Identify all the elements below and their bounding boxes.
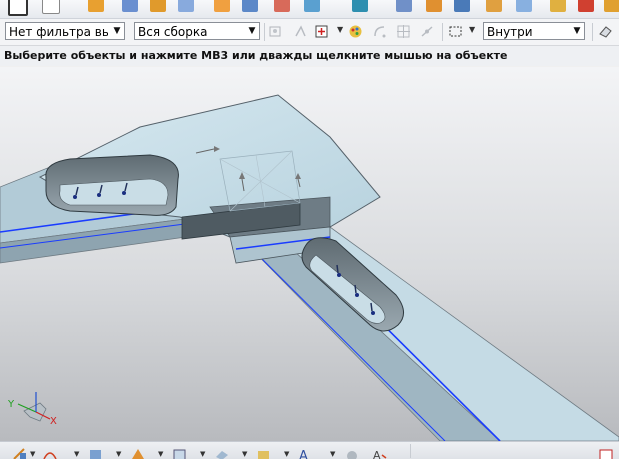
point-on-curve-icon[interactable] (420, 24, 435, 39)
main-toolbar (0, 0, 619, 19)
selection-filter-bar: Нет фильтра выб( ▼ Вся сборка ▼ ▼ ▼ Внут… (0, 19, 619, 46)
cue-line: Выберите объекты и нажмите MB3 или дважд… (0, 46, 619, 66)
sketch-icon[interactable] (12, 447, 28, 459)
annotation-icon[interactable]: A (298, 447, 314, 459)
layout-icon[interactable] (8, 0, 28, 16)
arc-center-icon[interactable] (372, 24, 387, 39)
selection-scope-value: Внутри (487, 25, 533, 39)
chevron-down-icon: ▼ (248, 26, 256, 36)
text-style-icon[interactable]: A (372, 447, 388, 459)
blend-icon[interactable] (454, 0, 470, 12)
revolve-icon[interactable] (178, 0, 194, 12)
cue-line-text: Выберите объекты и нажмите MB3 или дважд… (4, 49, 508, 62)
pad-icon[interactable] (274, 0, 290, 12)
draft-icon[interactable] (486, 0, 502, 12)
fit-view-icon[interactable] (598, 447, 614, 459)
chamfer-icon[interactable] (396, 0, 412, 12)
boss-icon[interactable] (242, 0, 258, 12)
assembly-filter-icon[interactable] (268, 24, 283, 39)
trim-icon[interactable] (352, 0, 368, 12)
chevron-down-icon[interactable]: ▼ (74, 450, 79, 458)
shell-icon[interactable] (426, 0, 442, 12)
mirror-icon[interactable] (578, 0, 594, 12)
shape-icon[interactable] (130, 447, 146, 459)
chevron-down-icon: ▼ (113, 26, 121, 36)
chevron-down-icon: ▼ (573, 26, 581, 36)
feature-icon[interactable] (304, 0, 320, 12)
selection-scope-select[interactable]: Внутри ▼ (483, 22, 585, 40)
block-icon[interactable] (122, 0, 138, 12)
selection-box-icon[interactable] (448, 24, 463, 39)
y-axis-label: Y (7, 399, 15, 410)
rail-right (229, 226, 619, 441)
curve-icon[interactable] (42, 447, 58, 459)
chevron-down-icon[interactable]: ▼ (158, 450, 163, 458)
chevron-down-icon[interactable]: ▼ (330, 450, 335, 458)
layer-icon[interactable] (256, 447, 272, 459)
left-slot (45, 154, 179, 216)
chevron-down-icon[interactable]: ▼ (200, 450, 205, 458)
hole-icon[interactable] (214, 0, 230, 12)
assembly-scope-value: Вся сборка (138, 25, 208, 39)
solid-icon[interactable] (88, 447, 104, 459)
toolbar-separator (264, 23, 265, 41)
model-canvas[interactable]: X Y (0, 67, 619, 441)
chevron-down-icon[interactable]: ▼ (116, 450, 121, 458)
toolbar-separator (442, 23, 443, 41)
sphere-icon[interactable] (344, 447, 360, 459)
type-filter-value: Нет фильтра выб( (9, 25, 108, 39)
chevron-down-icon[interactable]: ▼ (242, 450, 247, 458)
snap-point-icon[interactable] (314, 24, 329, 39)
assembly-scope-select[interactable]: Вся сборка ▼ (134, 22, 260, 40)
sweep-icon[interactable] (550, 0, 566, 12)
sheet-icon[interactable] (42, 0, 60, 14)
extrude-icon[interactable] (150, 0, 166, 12)
chevron-down-icon[interactable]: ▼ (469, 25, 475, 34)
coordinate-triad: X Y (7, 392, 57, 427)
books-icon[interactable] (88, 0, 104, 12)
toolbar-separator (410, 444, 411, 458)
intersection-icon[interactable] (396, 24, 411, 39)
toolbar-separator (592, 23, 593, 41)
type-filter-select[interactable]: Нет фильтра выб( ▼ (5, 22, 125, 40)
box-icon[interactable] (172, 447, 188, 459)
select-all-icon[interactable] (293, 24, 308, 39)
graphics-window[interactable]: X Y (0, 67, 619, 441)
pattern-icon[interactable] (516, 0, 532, 12)
chevron-down-icon[interactable]: ▼ (337, 25, 343, 34)
eraser-icon[interactable] (598, 24, 613, 39)
chevron-down-icon[interactable]: ▼ (30, 450, 35, 458)
color-filter-icon[interactable] (348, 24, 363, 39)
thread-icon[interactable] (604, 0, 619, 12)
x-axis-label: X (50, 416, 57, 427)
surface-icon[interactable] (214, 447, 230, 459)
chevron-down-icon[interactable]: ▼ (284, 450, 289, 458)
bottom-toolbar: ▼ ▼ ▼ ▼ ▼ ▼ ▼ A ▼ A (0, 441, 619, 459)
